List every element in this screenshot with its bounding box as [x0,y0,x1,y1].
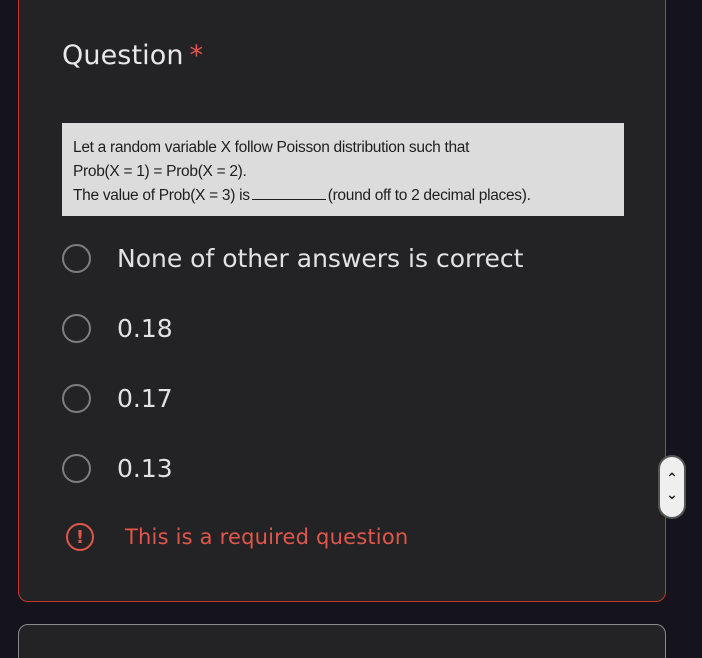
radio-button[interactable] [62,243,91,273]
question-text-line-3: The value of Prob(X = 3) is (round off to… [73,184,624,208]
option-label: None of other answers is correct [117,243,524,273]
error-message: This is a required question [125,525,409,549]
chevron-up-icon[interactable]: ⌃ [666,472,678,486]
radio-button[interactable] [62,453,91,483]
scroll-control[interactable]: ⌃ ⌄ [658,455,686,519]
option-0-17[interactable]: 0.17 [62,380,173,416]
next-question-card [18,624,666,658]
radio-button[interactable] [62,383,91,413]
form-page: Question * Let a random variable X follow… [0,0,702,658]
exclamation-icon: ! [66,523,94,551]
answer-blank [251,185,326,200]
question-text-line-3-start: The value of Prob(X = 3) is [73,187,250,204]
chevron-down-icon[interactable]: ⌄ [666,488,678,502]
question-text-line-3-end: (round off to 2 decimal places). [327,187,531,204]
question-text-line-1: Let a random variable X follow Poisson d… [73,139,470,156]
option-none-correct[interactable]: None of other answers is correct [62,240,523,276]
option-0-13[interactable]: 0.13 [62,450,173,486]
question-image: Let a random variable X follow Poisson d… [62,123,624,216]
required-asterisk: * [189,40,204,71]
question-text-line-2: Prob(X = 1) = Prob(X = 2). [73,163,247,180]
option-label: 0.18 [117,313,173,343]
question-title-text: Question [62,40,184,71]
option-label: 0.17 [117,383,173,413]
option-0-18[interactable]: 0.18 [62,310,173,346]
required-error: ! This is a required question [66,523,408,551]
question-card [18,0,666,602]
radio-button[interactable] [62,313,91,343]
question-title: Question * [62,40,203,71]
option-label: 0.13 [117,453,173,483]
